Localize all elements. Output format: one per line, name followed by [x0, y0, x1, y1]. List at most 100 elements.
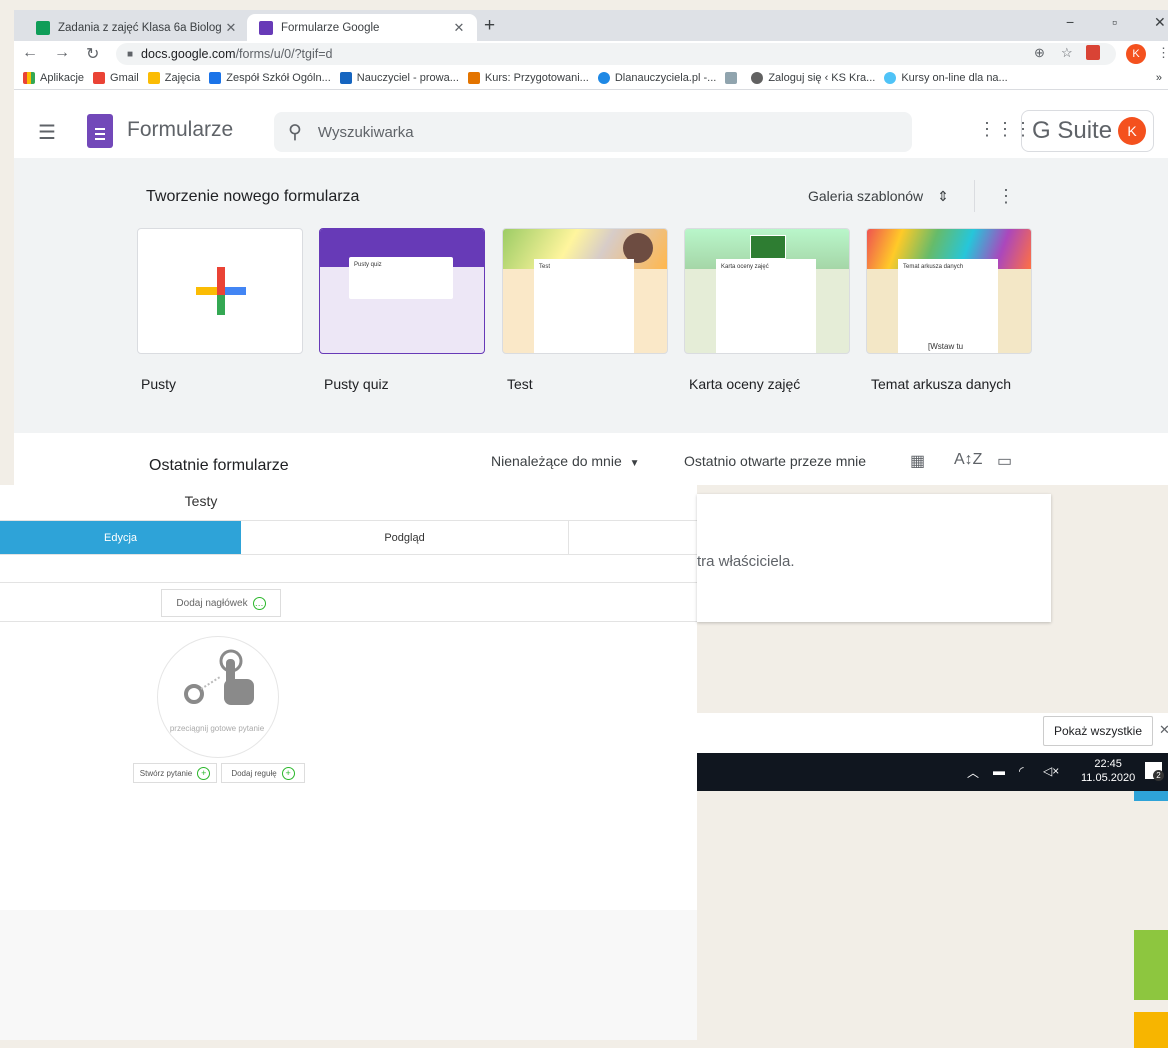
notification-count: 2 — [1153, 770, 1164, 781]
site-icon — [725, 72, 738, 84]
divider — [974, 180, 975, 212]
main-menu-icon[interactable]: ☰ — [38, 120, 56, 145]
template-card-worksheet[interactable]: Temat arkusza danych [Wstaw tu — [866, 228, 1032, 354]
apps-icon — [23, 72, 35, 84]
gsuite-label: G Suite — [1032, 117, 1113, 144]
tab-preview[interactable]: Podgląd — [241, 521, 569, 554]
bookmark-kursy[interactable]: Kursy on-line dla na... — [884, 72, 1008, 84]
pdf-extension-icon[interactable] — [1086, 45, 1100, 60]
preview-title: Temat arkusza danych — [903, 264, 964, 270]
volume-muted-icon[interactable]: ◁× — [1043, 764, 1059, 778]
template-card-blank-quiz[interactable]: Pusty quiz — [319, 228, 485, 354]
close-tab-icon[interactable]: ✕ — [449, 20, 469, 36]
wifi-icon[interactable]: ◜ — [1019, 764, 1024, 778]
add-header-button[interactable]: Dodaj nagłówek … — [161, 589, 281, 617]
recent-forms-heading: Ostatnie formularze — [149, 457, 289, 474]
clock-time: 22:45 — [1094, 758, 1122, 770]
site-icon — [597, 72, 610, 84]
folder-icon[interactable]: ▭ — [997, 451, 1012, 471]
sort-az-icon[interactable]: A↕Z — [954, 451, 982, 469]
card-preview: Pusty quiz — [349, 257, 453, 299]
grid-view-icon[interactable]: ▦ — [910, 451, 925, 471]
bookmark-label: Nauczyciel - prowa... — [356, 72, 459, 84]
classroom-icon — [147, 72, 160, 84]
template-label: Pusty quiz — [324, 376, 389, 392]
template-label: Pusty — [141, 376, 177, 392]
minimize-button[interactable]: − — [1066, 14, 1074, 30]
bookmark-label: Gmail — [110, 72, 139, 84]
search-input[interactable]: ⚲ Wyszukiwarka — [274, 112, 912, 152]
site-icon — [339, 72, 352, 84]
bookmark-label: Aplikacje — [40, 72, 85, 84]
test-editor-panel: Testy Edycja Podgląd Dodaj nagłówek … pr… — [0, 485, 697, 1040]
battery-icon[interactable]: ▬ — [993, 764, 1005, 778]
notification-center-icon[interactable]: 2 — [1145, 762, 1164, 781]
decorative-shape — [1134, 791, 1168, 801]
close-icon[interactable]: ✕ — [1159, 722, 1168, 738]
gmail-icon — [93, 72, 106, 84]
site-icon — [884, 72, 897, 84]
template-card-blank[interactable] — [137, 228, 303, 354]
tab-edit[interactable]: Edycja — [0, 521, 241, 554]
add-rule-label: Dodaj regułę — [231, 768, 277, 778]
bookmark-kurs[interactable]: Kurs: Przygotowani... — [467, 72, 589, 84]
reload-icon[interactable]: ↻ — [86, 44, 99, 64]
lock-icon: ■ — [127, 48, 134, 60]
close-tab-icon[interactable]: ✕ — [221, 20, 241, 36]
sort-menu[interactable]: Ostatnio otwarte przeze mnie — [684, 453, 866, 469]
bookmark-label: Dlanauczyciela.pl -... — [614, 72, 717, 84]
star-icon[interactable]: ☆ — [1061, 45, 1073, 61]
bookmark-label: Zajęcia — [164, 72, 201, 84]
bookmarks-bar: Aplikacje Gmail Zajęcia Zespół Szkół Ogó… — [14, 67, 1168, 90]
maximize-button[interactable]: ▫ — [1112, 14, 1117, 30]
back-icon[interactable]: ← — [22, 44, 38, 62]
card-preview: Karta oceny zajęć — [716, 259, 816, 353]
close-window-button[interactable]: ✕ — [1154, 14, 1166, 31]
tab-title: Formularze Google — [281, 21, 380, 34]
search-placeholder: Wyszukiwarka — [317, 123, 414, 141]
bookmark-gmail[interactable]: Gmail — [93, 72, 139, 84]
forward-icon[interactable]: → — [54, 44, 70, 62]
clock-date: 11.05.2020 — [1081, 772, 1136, 784]
template-gallery-toggle[interactable]: Galeria szablonów ⇕ — [808, 188, 949, 205]
more-options-icon[interactable]: ⋮ — [997, 186, 1015, 207]
tab-formularze[interactable]: Formularze Google ✕ — [247, 14, 477, 41]
add-rule-button[interactable]: Dodaj regułę + — [221, 763, 305, 783]
owner-filter-dropdown[interactable]: Nienależące do mnie ▼ — [491, 453, 640, 469]
template-card-course-evaluation[interactable]: Karta oceny zajęć — [684, 228, 850, 354]
divider — [0, 582, 697, 583]
bookmarks-more[interactable]: » — [1156, 72, 1162, 84]
bookmark-aplikacje[interactable]: Aplikacje — [23, 72, 84, 84]
profile-avatar[interactable]: K — [1126, 44, 1146, 64]
bookmark-zajecia[interactable]: Zajęcia — [147, 72, 201, 84]
template-card-test[interactable]: Test — [502, 228, 668, 354]
bookmark-zaloguj[interactable]: Zaloguj się ‹ KS Kra... — [751, 72, 875, 84]
url-field[interactable]: ■ docs.google.com/forms/u/0/?tgif=d — [116, 43, 1116, 65]
show-all-button[interactable]: Pokaż wszystkie — [1043, 716, 1154, 746]
preview-title: Pusty quiz — [354, 262, 382, 268]
windows-taskbar: ︿ ▬ ◜ ◁× 22:45 11.05.2020 2 — [697, 753, 1168, 791]
bookmark-label: Kurs: Przygotowani... — [484, 72, 589, 84]
gallery-label: Galeria szablonów — [808, 188, 924, 204]
chevron-up-icon[interactable]: ︿ — [967, 764, 979, 781]
gsuite-account-button[interactable]: G Suite K — [1021, 110, 1154, 152]
template-label: Test — [507, 376, 533, 392]
question-drop-zone[interactable] — [157, 636, 279, 758]
template-label: Karta oceny zajęć — [689, 376, 801, 392]
clock[interactable]: 22:45 11.05.2020 — [1081, 757, 1135, 785]
desktop-background — [697, 791, 1137, 1040]
card-preview: Test — [534, 259, 634, 353]
drop-zone-label: przeciągnij gotowe pytanie — [169, 724, 265, 733]
create-question-button[interactable]: Stwórz pytanie + — [133, 763, 217, 783]
zoom-icon[interactable]: ⊕ — [1034, 45, 1045, 61]
bookmark-zespol[interactable]: Zespół Szkół Ogóln... — [209, 72, 331, 84]
panel-footer — [0, 910, 697, 1040]
tab-zadania[interactable]: Zadania z zajęć Klasa 6a Biologia ✕ — [24, 14, 249, 41]
menu-icon[interactable]: ⋮ — [1157, 45, 1168, 61]
new-tab-button[interactable]: + — [484, 15, 495, 37]
bookmark-nauczyciel[interactable]: Nauczyciel - prowa... — [339, 72, 459, 84]
plus-circle-icon: + — [197, 766, 211, 780]
bookmark-label: Zespół Szkół Ogóln... — [226, 72, 331, 84]
bookmark-unnamed[interactable] — [725, 72, 742, 84]
bookmark-dlanauczyciela[interactable]: Dlanauczyciela.pl -... — [597, 72, 717, 84]
